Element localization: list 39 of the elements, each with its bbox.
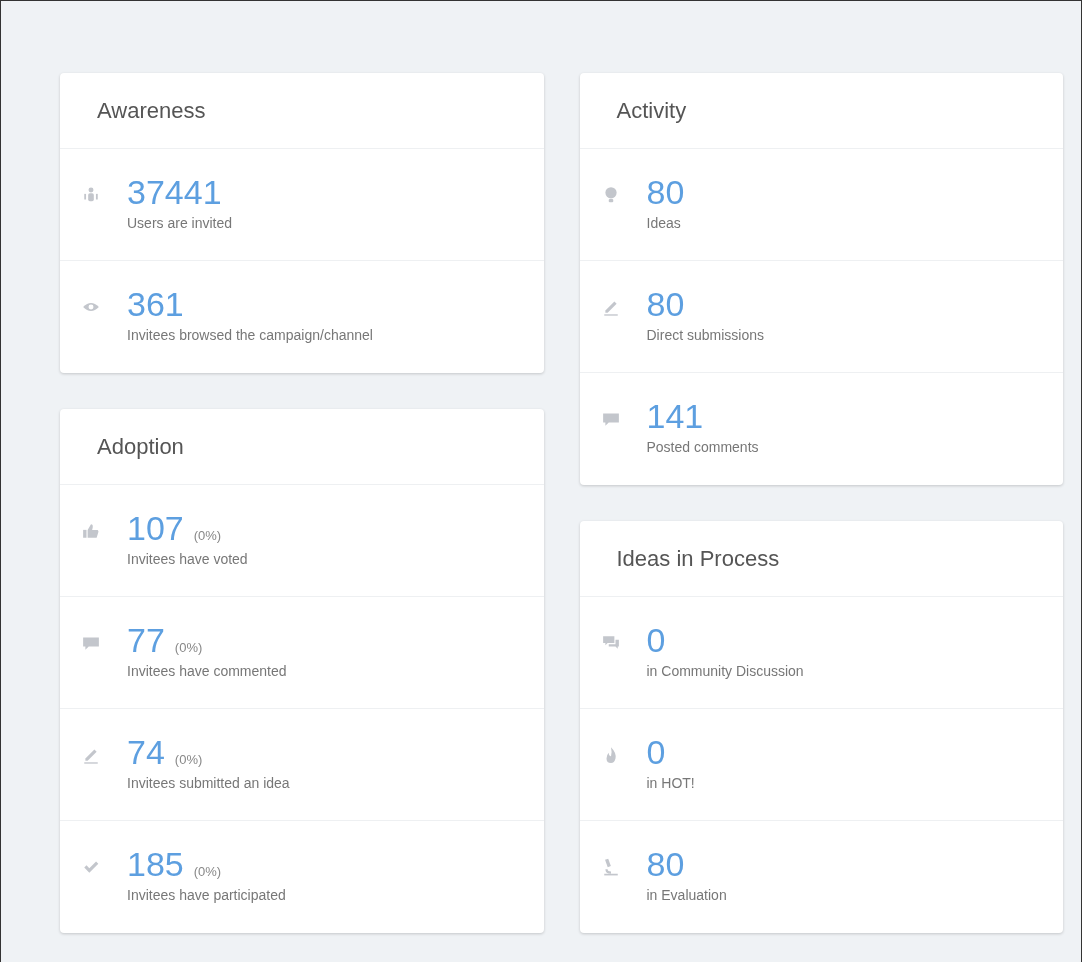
- card-title: Activity: [616, 97, 687, 124]
- stat-percent: (0%): [193, 528, 222, 543]
- stat-label: Invitees browsed the campaign/channel: [127, 327, 373, 343]
- stat-label: in Community Discussion: [646, 663, 804, 679]
- people-icon: [82, 186, 100, 204]
- stat-label: Posted comments: [646, 439, 759, 455]
- stat-value: 185: [127, 845, 184, 883]
- card-title: Awareness: [97, 97, 206, 124]
- stat-label: in HOT!: [646, 775, 695, 791]
- stat-value: 0: [646, 621, 666, 659]
- stat-percent: (0%): [193, 864, 222, 879]
- stat-value: 74: [127, 733, 165, 771]
- stat-value: 80: [646, 285, 685, 323]
- card-title: Adoption: [97, 433, 184, 460]
- speech-bubble-icon: [601, 410, 620, 428]
- stat-label: Invitees have participated: [127, 887, 286, 903]
- stat-value: 80: [646, 845, 685, 883]
- pencil-icon: [82, 746, 100, 764]
- stat-label: Users are invited: [127, 215, 233, 231]
- pencil-icon: [601, 298, 620, 316]
- stat-value: 107: [127, 509, 184, 547]
- stat-label: Invitees have commented: [127, 663, 287, 679]
- stat-value: 77: [127, 621, 165, 659]
- stat-percent: (0%): [174, 640, 203, 655]
- card-title: Ideas in Process: [616, 545, 780, 572]
- microscope-icon: [601, 858, 620, 876]
- stat-value: 37441: [127, 173, 222, 211]
- speech-bubble-icon: [82, 634, 100, 652]
- stat-label: Invitees have voted: [127, 551, 248, 567]
- thumbs-up-icon: [82, 522, 100, 540]
- stat-label: in Evaluation: [646, 887, 727, 903]
- stat-percent: (0%): [174, 752, 203, 767]
- stat-value: 80: [646, 173, 685, 211]
- stat-value: 141: [646, 397, 704, 435]
- stat-label: Invitees submitted an idea: [127, 775, 290, 791]
- stat-label: Ideas: [646, 215, 682, 231]
- stat-label: Direct submissions: [646, 327, 764, 343]
- stat-value: 0: [646, 733, 666, 771]
- stat-value: 361: [127, 285, 184, 323]
